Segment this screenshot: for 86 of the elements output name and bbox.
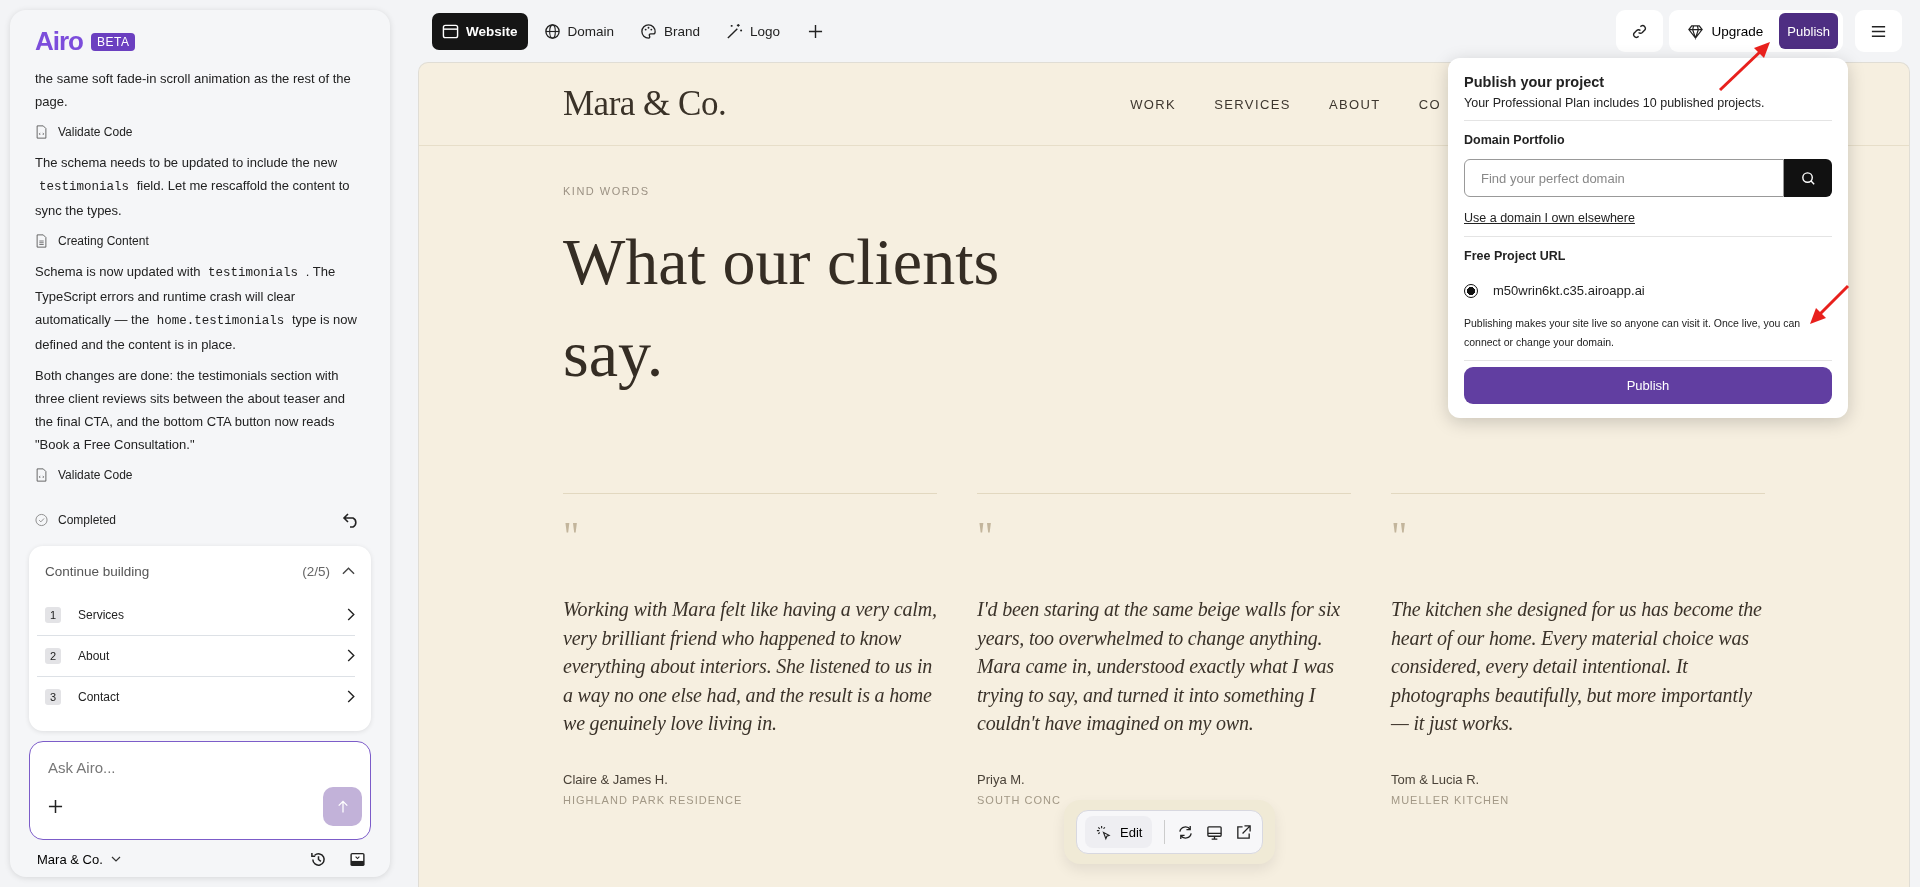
palette-icon bbox=[640, 22, 658, 40]
step-label: Creating Content bbox=[58, 232, 149, 250]
chat-message: The schema needs to be updated to include the new testimonials field. Let me rescaffold the content to sync the types. bbox=[35, 154, 351, 221]
chevron-up-icon[interactable] bbox=[342, 567, 355, 576]
beta-badge: BETA bbox=[91, 32, 136, 51]
link-button[interactable] bbox=[1615, 10, 1663, 52]
client-name: Tom & Lucia R. bbox=[1391, 771, 1480, 787]
diamond-icon bbox=[1686, 22, 1704, 40]
check-circle-icon bbox=[35, 513, 48, 528]
section-label: Free Project URL bbox=[1464, 249, 1567, 263]
external-link-icon[interactable] bbox=[1235, 823, 1253, 841]
globe-icon bbox=[543, 22, 561, 40]
code-file-icon bbox=[35, 125, 48, 140]
domain-search-field[interactable]: Find your perfect domain bbox=[1464, 159, 1784, 197]
menu-button[interactable] bbox=[1855, 10, 1902, 52]
document-icon bbox=[35, 234, 48, 249]
step-label: Validate Code bbox=[58, 466, 133, 484]
annotation-arrow bbox=[1808, 284, 1850, 326]
search-button[interactable] bbox=[1784, 159, 1832, 197]
top-tab[interactable]: Domain bbox=[533, 12, 625, 50]
history-icon[interactable] bbox=[310, 850, 327, 868]
client-name: Claire & James H. bbox=[563, 771, 668, 787]
progress-count: (2/5) bbox=[302, 563, 330, 579]
quote-mark: " bbox=[977, 516, 995, 560]
client-name: Priya M. bbox=[977, 771, 1025, 787]
testimonial-quote: The kitchen she designed for us has become the heart of our home. Every material choice was considered, every detail intentional. It photographs beautifully, but more importantly — it just works. bbox=[1391, 597, 1763, 737]
testimonial-quote: I'd been staring at the same beige walls for six years, too overwhelmed to change anything. Mara came in, understood exactly what I was trying to say, and turned it into something I couldn't have imagined on my own. bbox=[977, 597, 1341, 737]
project-selector[interactable]: Mara & Co. bbox=[37, 851, 103, 867]
section-label: Domain Portfolio bbox=[1464, 133, 1566, 147]
client-project: HIGHLAND PARK RESIDENCE bbox=[563, 793, 743, 806]
step-number: 2 bbox=[45, 647, 61, 664]
chevron-right-icon bbox=[347, 649, 355, 663]
step-label: Validate Code bbox=[58, 123, 133, 141]
chevron-right-icon bbox=[347, 608, 355, 622]
section-eyebrow: KIND WORDS bbox=[563, 185, 650, 197]
plus-icon[interactable] bbox=[808, 23, 824, 39]
quote-mark: " bbox=[1391, 516, 1409, 560]
nav-link[interactable]: SERVICES bbox=[1214, 96, 1291, 112]
undo-icon[interactable] bbox=[342, 512, 360, 529]
prompt-field[interactable]: Ask Airo... bbox=[46, 757, 335, 777]
nav-link[interactable]: WORK bbox=[1130, 96, 1177, 112]
link-icon bbox=[1630, 22, 1648, 40]
upgrade-button[interactable]: Upgrade bbox=[1680, 21, 1770, 41]
step-number: 3 bbox=[45, 688, 61, 705]
own-domain-link[interactable]: Use a domain I own elsewhere bbox=[1464, 211, 1635, 225]
nav-link[interactable]: CO bbox=[1418, 96, 1441, 112]
plus-icon[interactable] bbox=[48, 798, 63, 814]
status-label: Completed bbox=[58, 513, 117, 528]
popup-subtitle: Your Professional Plan includes 10 published projects. bbox=[1464, 96, 1766, 110]
search-icon bbox=[1799, 169, 1817, 187]
app-logo: Airo bbox=[35, 26, 83, 58]
section-heading: What our clients say. bbox=[563, 224, 1001, 392]
cursor-sparkle-icon bbox=[1095, 823, 1112, 841]
client-project: MUELLER KITCHEN bbox=[1391, 793, 1510, 806]
window-icon bbox=[442, 22, 459, 40]
edit-button[interactable]: Edit bbox=[1085, 816, 1153, 848]
chat-message: Both changes are done: the testimonials section with three client reviews sits between the about teaser and the final CTA, and the bottom CTA button now reads "Book a Free Consultation." bbox=[35, 367, 346, 455]
code-file-icon bbox=[35, 468, 48, 483]
desktop-icon[interactable] bbox=[1206, 823, 1224, 841]
client-project: SOUTH CONC bbox=[977, 793, 1061, 806]
testimonial-quote: Working with Mara felt like having a very calm, very brilliant friend who happened to know everything about interiors. She listened to us in a way no one else had, and the result is a home we genuinely love living in. bbox=[563, 597, 937, 737]
popup-title: Publish your project bbox=[1464, 74, 1606, 90]
publish-note: Publishing makes your site live so anyone can visit it. Once live, you can connect or change your domain. bbox=[1464, 316, 1802, 350]
chevron-down-icon[interactable] bbox=[110, 856, 121, 863]
arrow-up-icon bbox=[336, 798, 349, 814]
quote-mark: " bbox=[563, 516, 581, 560]
chevron-right-icon bbox=[347, 690, 355, 704]
next-step-item[interactable]: 1 Services bbox=[37, 594, 355, 635]
radio-button[interactable] bbox=[1464, 283, 1478, 298]
nav-link[interactable]: ABOUT bbox=[1328, 96, 1381, 112]
project-url: m50wrin6kt.c35.airoapp.ai bbox=[1493, 283, 1645, 298]
chat-message: the same soft fade-in scroll animation as the rest of the page. bbox=[35, 70, 352, 112]
card-title: Continue building bbox=[45, 563, 151, 579]
publish-button[interactable]: Publish bbox=[1464, 367, 1832, 404]
top-tab[interactable]: Website bbox=[432, 12, 528, 50]
top-tab[interactable]: Brand bbox=[630, 12, 711, 50]
magic-wand-icon bbox=[726, 22, 744, 40]
publish-button[interactable]: Publish bbox=[1779, 13, 1838, 49]
panel-icon[interactable] bbox=[349, 850, 366, 868]
step-number: 1 bbox=[45, 606, 61, 623]
next-step-item[interactable]: 2 About bbox=[37, 634, 355, 676]
next-step-item[interactable]: 3 Contact bbox=[37, 675, 355, 717]
annotation-arrow bbox=[1718, 40, 1772, 92]
chat-message: Schema is now updated with testimonials . The TypeScript errors and runtime crash will clear automatically — the home.testimonials type is now defined and the content is in place. bbox=[35, 263, 358, 355]
site-logo: Mara & Co. bbox=[563, 84, 727, 124]
top-tab[interactable]: Logo bbox=[716, 12, 791, 50]
